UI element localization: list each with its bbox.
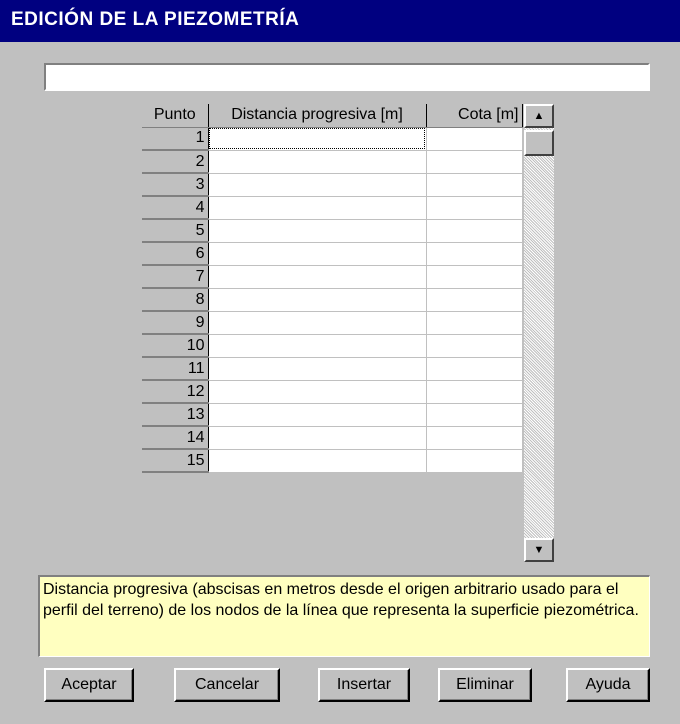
row-number[interactable]: 10 — [142, 333, 209, 358]
arrow-down-icon: ▼ — [533, 543, 545, 556]
distancia-cell[interactable] — [208, 380, 427, 404]
grid-row: 1 — [142, 126, 523, 151]
cota-cell[interactable] — [426, 426, 523, 450]
row-number[interactable]: 6 — [142, 241, 209, 266]
accept-button-label: Aceptar — [61, 676, 117, 693]
cancel-button[interactable]: Cancelar — [174, 668, 280, 702]
title-bar: EDICIÓN DE LA PIEZOMETRÍA — [0, 0, 680, 42]
distancia-cell[interactable] — [208, 196, 427, 220]
row-number[interactable]: 12 — [142, 379, 209, 404]
grid-row: 11 — [142, 356, 523, 381]
cota-cell[interactable] — [426, 380, 523, 404]
row-number[interactable]: 8 — [142, 287, 209, 312]
grid-row: 5 — [142, 218, 523, 243]
grid-row: 7 — [142, 264, 523, 289]
row-number[interactable]: 14 — [142, 425, 209, 450]
row-number[interactable]: 4 — [142, 195, 209, 220]
distancia-cell[interactable] — [208, 426, 427, 450]
grid-header-row: Punto Distancia progresiva [m] Cota [m] — [142, 104, 523, 128]
grid-row: 13 — [142, 402, 523, 427]
scroll-up-button[interactable]: ▲ — [524, 104, 554, 128]
grid-row: 10 — [142, 333, 523, 358]
cota-cell[interactable] — [426, 265, 523, 289]
row-number[interactable]: 11 — [142, 356, 209, 381]
grid-row: 4 — [142, 195, 523, 220]
cota-cell[interactable] — [426, 242, 523, 266]
grid-row: 12 — [142, 379, 523, 404]
delete-button-label: Eliminar — [456, 676, 514, 693]
cota-cell[interactable] — [426, 150, 523, 174]
cota-cell[interactable] — [426, 357, 523, 381]
help-button[interactable]: Ayuda — [566, 668, 650, 702]
cota-cell[interactable] — [426, 449, 523, 473]
row-number[interactable]: 15 — [142, 448, 209, 473]
insert-button-label: Insertar — [336, 676, 392, 693]
scroll-thumb[interactable] — [524, 130, 554, 156]
grid-row: 9 — [142, 310, 523, 335]
cota-cell[interactable] — [426, 334, 523, 358]
row-number[interactable]: 7 — [142, 264, 209, 289]
distancia-cell[interactable] — [208, 265, 427, 289]
distancia-cell[interactable] — [208, 403, 427, 427]
scroll-down-button[interactable]: ▼ — [524, 538, 554, 562]
distancia-cell[interactable] — [208, 311, 427, 335]
row-number[interactable]: 5 — [142, 218, 209, 243]
header-punto[interactable]: Punto — [142, 104, 209, 128]
help-text-panel: Distancia progresiva (abscisas en metros… — [38, 575, 650, 657]
grid-row: 3 — [142, 172, 523, 197]
header-cota[interactable]: Cota [m] — [426, 104, 523, 128]
cota-cell[interactable] — [426, 173, 523, 197]
distancia-cell[interactable] — [208, 449, 427, 473]
help-button-label: Ayuda — [585, 676, 631, 693]
header-distancia[interactable]: Distancia progresiva [m] — [208, 104, 427, 128]
distancia-cell[interactable] — [208, 288, 427, 312]
insert-button[interactable]: Insertar — [318, 668, 410, 702]
distancia-cell[interactable] — [208, 334, 427, 358]
piezometry-grid: Punto Distancia progresiva [m] Cota [m] … — [142, 104, 523, 473]
cota-cell[interactable] — [426, 403, 523, 427]
distancia-cell[interactable] — [208, 219, 427, 243]
grid-row: 14 — [142, 425, 523, 450]
cancel-button-label: Cancelar — [194, 676, 260, 693]
name-field[interactable] — [44, 63, 650, 91]
distancia-cell[interactable] — [208, 150, 427, 174]
distancia-cell[interactable] — [208, 242, 427, 266]
grid-vertical-scrollbar[interactable]: ▲ ▼ — [524, 104, 554, 562]
window-title: EDICIÓN DE LA PIEZOMETRÍA — [11, 9, 300, 30]
distancia-cell[interactable] — [208, 173, 427, 197]
row-number[interactable]: 2 — [142, 149, 209, 174]
accept-button[interactable]: Aceptar — [44, 668, 134, 702]
grid-row: 15 — [142, 448, 523, 473]
row-number[interactable]: 13 — [142, 402, 209, 427]
grid-row: 2 — [142, 149, 523, 174]
grid-row: 8 — [142, 287, 523, 312]
cota-cell[interactable] — [426, 127, 523, 151]
grid-row: 6 — [142, 241, 523, 266]
delete-button[interactable]: Eliminar — [438, 668, 532, 702]
row-number[interactable]: 3 — [142, 172, 209, 197]
cota-cell[interactable] — [426, 311, 523, 335]
cota-cell[interactable] — [426, 288, 523, 312]
cota-cell[interactable] — [426, 219, 523, 243]
cota-cell[interactable] — [426, 196, 523, 220]
row-number[interactable]: 9 — [142, 310, 209, 335]
row-number[interactable]: 1 — [142, 126, 209, 151]
distancia-cell[interactable] — [208, 127, 427, 151]
arrow-up-icon: ▲ — [533, 109, 545, 122]
distancia-cell[interactable] — [208, 357, 427, 381]
